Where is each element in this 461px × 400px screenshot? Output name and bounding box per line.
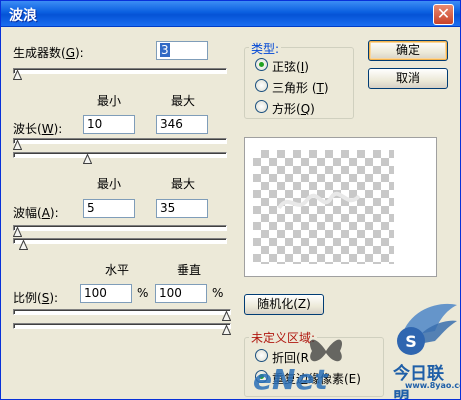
wings-logo-letter: S [405, 332, 417, 351]
scale-label: 比例(S): [13, 291, 59, 305]
wavelength-min-slider-track[interactable] [13, 138, 227, 144]
preview-wave-text [277, 191, 361, 210]
scale-horizontal-slider-thumb[interactable] [222, 311, 231, 321]
amplitude-max-input[interactable]: 35 [156, 199, 208, 218]
scale-horizontal-unit: % [137, 286, 149, 300]
amplitude-max-header: 最大 [171, 177, 196, 191]
dialog-title: 波浪 [9, 8, 37, 24]
radio-wrap-around[interactable] [255, 349, 268, 362]
close-button[interactable]: ✕ [433, 4, 454, 25]
radio-triangle[interactable] [255, 79, 268, 92]
radio-sine[interactable] [255, 58, 268, 71]
generators-input[interactable]: 3 [156, 41, 208, 60]
scale-vertical-input[interactable]: 100 [155, 284, 207, 303]
preview-panel [244, 137, 437, 277]
randomize-button[interactable]: 随机化(Z) [244, 294, 324, 315]
wavelength-min-input[interactable]: 10 [83, 115, 135, 134]
radio-square[interactable] [255, 100, 268, 113]
amplitude-label: 波幅(A): [13, 206, 59, 220]
amplitude-max-slider-track[interactable] [13, 238, 227, 244]
watermark-site-cn: 今日联盟 [393, 364, 444, 400]
radio-square-label[interactable]: 方形(Q) [272, 100, 315, 117]
amplitude-min-slider-thumb[interactable] [13, 227, 22, 237]
wavelength-max-slider-track[interactable] [13, 152, 227, 158]
scale-vertical-slider-thumb[interactable] [222, 325, 231, 335]
cancel-button[interactable]: 取消 [368, 68, 448, 89]
wavelength-max-header: 最大 [171, 94, 196, 108]
ok-button[interactable]: 确定 [368, 40, 448, 61]
wave-dialog: 波浪 ✕ 生成器数(G): 3 最小 最大 波长(W): 10 346 最小 最… [0, 0, 461, 400]
scale-horizontal-header: 水平 [105, 263, 130, 277]
scale-vertical-unit: % [212, 286, 224, 300]
amplitude-min-header: 最小 [97, 177, 122, 191]
scale-vertical-slider-track[interactable] [13, 323, 231, 329]
watermark-site-url: www.8yao.com [405, 381, 460, 390]
amplitude-min-input[interactable]: 5 [83, 199, 135, 218]
generators-slider-track[interactable] [13, 68, 227, 74]
scale-vertical-header: 垂直 [177, 263, 202, 277]
watermark-brand: eNet [253, 363, 328, 396]
wavelength-min-slider-thumb[interactable] [13, 140, 22, 150]
scale-horizontal-input[interactable]: 100 [80, 284, 132, 303]
type-group-title: 类型: [249, 40, 282, 57]
amplitude-max-slider-thumb[interactable] [19, 240, 29, 250]
close-icon: ✕ [436, 4, 451, 23]
radio-triangle-label[interactable]: 三角形 (T) [272, 79, 329, 96]
generators-label: 生成器数(G): [13, 46, 84, 60]
wavelength-label: 波长(W): [13, 122, 63, 136]
wavelength-max-input[interactable]: 346 [156, 115, 208, 134]
amplitude-min-slider-track[interactable] [13, 225, 227, 231]
scale-horizontal-slider-track[interactable] [13, 309, 231, 315]
radio-sine-label[interactable]: 正弦(I) [272, 58, 309, 75]
title-bar[interactable]: 波浪 ✕ [1, 1, 460, 27]
wavelength-min-header: 最小 [97, 94, 122, 108]
generators-slider-thumb[interactable] [13, 70, 22, 80]
wavelength-max-slider-thumb[interactable] [82, 154, 92, 164]
